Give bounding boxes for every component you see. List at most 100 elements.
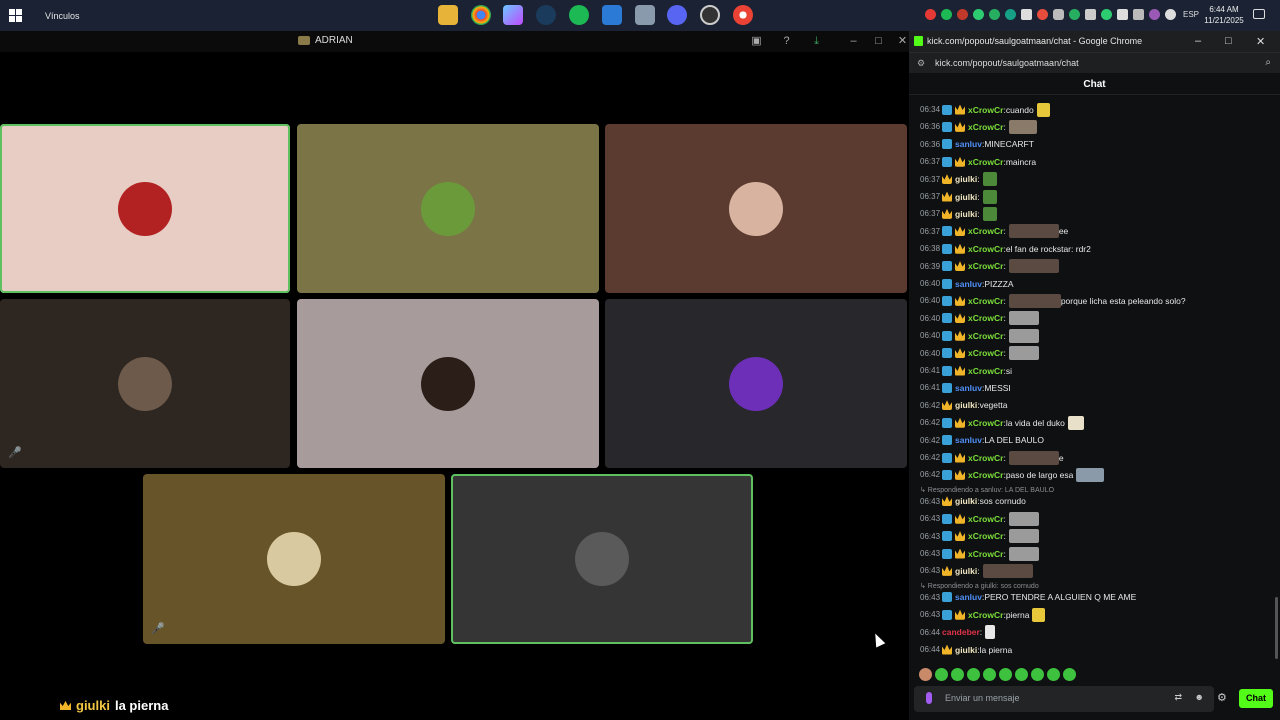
tray-app-icon[interactable]	[1101, 9, 1112, 20]
obs-icon[interactable]	[700, 5, 720, 25]
inbox-icon[interactable]: ▣	[750, 35, 763, 48]
message-username[interactable]: xCrowCr	[968, 610, 1003, 620]
tray-app-icon[interactable]	[957, 9, 968, 20]
emote-icon[interactable]	[983, 668, 996, 681]
settings-icon[interactable]: ⚙	[1217, 691, 1227, 704]
message-username[interactable]: xCrowCr	[968, 296, 1003, 306]
close-icon[interactable]: ✕	[896, 35, 909, 48]
message-input[interactable]: Enviar un mensaje ⇄ ☻	[914, 686, 1214, 712]
message-username[interactable]: xCrowCr	[968, 366, 1003, 376]
spotify-icon[interactable]	[569, 5, 589, 25]
chat-message[interactable]: 06:44 candeber:	[920, 624, 996, 641]
participant-tile[interactable]	[0, 124, 290, 293]
chat-message[interactable]: 06:39 xCrowCr:	[920, 258, 1059, 275]
emote-icon[interactable]	[1031, 668, 1044, 681]
emote-icon[interactable]	[999, 668, 1012, 681]
copilot-icon[interactable]	[503, 5, 523, 25]
chat-message[interactable]: 06:40 xCrowCr:	[920, 345, 1039, 362]
participant-tile[interactable]	[605, 299, 907, 468]
address-bar[interactable]: ⚙ kick.com/popout/saulgoatmaan/chat ⌕	[909, 52, 1280, 73]
maximize-icon[interactable]: □	[872, 35, 885, 48]
app-icon[interactable]	[635, 5, 655, 25]
maximize-icon[interactable]: □	[1225, 35, 1232, 47]
minimize-icon[interactable]: –	[1195, 35, 1201, 47]
chat-message[interactable]: 06:37 xCrowCr: ee	[920, 223, 1068, 240]
message-username[interactable]: xCrowCr	[968, 226, 1003, 236]
participant-tile[interactable]	[605, 124, 907, 293]
scrollbar[interactable]	[1275, 597, 1278, 659]
message-username[interactable]: xCrowCr	[968, 418, 1003, 428]
microphone-icon[interactable]	[1053, 9, 1064, 20]
site-info-icon[interactable]: ⚙	[917, 58, 925, 69]
chrome-icon[interactable]	[471, 5, 491, 25]
chat-message[interactable]: 06:37 giulki:	[920, 171, 997, 188]
minimize-icon[interactable]: –	[847, 35, 860, 48]
links-toolbar-label[interactable]: Vínculos	[45, 11, 80, 21]
message-username[interactable]: giulki	[955, 174, 977, 184]
chat-message[interactable]: 06:43 xCrowCr:	[920, 510, 1039, 527]
message-username[interactable]: giulki	[955, 645, 977, 655]
message-username[interactable]: xCrowCr	[968, 470, 1003, 480]
message-username[interactable]: xCrowCr	[968, 348, 1003, 358]
participant-tile[interactable]	[297, 299, 599, 468]
chat-message[interactable]: 06:43 xCrowCr:	[920, 528, 1039, 545]
steam-icon[interactable]	[536, 5, 556, 25]
chat-message[interactable]: 06:41 sanluv: MESSI	[920, 379, 1011, 396]
participant-tile[interactable]: 🎤	[143, 474, 445, 644]
message-username[interactable]: sanluv	[955, 279, 982, 289]
emote-icon[interactable]	[1063, 668, 1076, 681]
message-username[interactable]: xCrowCr	[968, 549, 1003, 559]
message-username[interactable]: xCrowCr	[968, 261, 1003, 271]
chat-message[interactable]: 06:37 giulki:	[920, 205, 997, 222]
chat-message[interactable]: 06:44 giulki: la pierna	[920, 641, 1012, 658]
message-username[interactable]: giulki	[955, 496, 977, 506]
message-username[interactable]: xCrowCr	[968, 122, 1003, 132]
microphone-icon[interactable]	[926, 692, 932, 704]
message-username[interactable]: sanluv	[955, 383, 982, 393]
clock[interactable]: 6:44 AM 11/21/2025	[1201, 4, 1247, 26]
emote-icon[interactable]	[951, 668, 964, 681]
emote-icon[interactable]	[1047, 668, 1060, 681]
chat-message[interactable]: 06:42 xCrowCr: la vida del duko	[920, 414, 1084, 431]
tray-app-icon[interactable]	[989, 9, 1000, 20]
chat-message[interactable]: 06:38 xCrowCr: el fan de rockstar: rdr2	[920, 240, 1091, 257]
close-icon[interactable]: ✕	[1256, 35, 1265, 48]
chat-message[interactable]: 06:42 xCrowCr: e	[920, 449, 1064, 466]
notifications-icon[interactable]	[1253, 9, 1265, 19]
chat-message[interactable]: 06:43 xCrowCr: pierna	[920, 606, 1046, 623]
message-username[interactable]: sanluv	[955, 435, 982, 445]
file-explorer-icon[interactable]	[438, 5, 458, 25]
chat-message[interactable]: 06:40 sanluv: PIZZZA	[920, 275, 1014, 292]
network-icon[interactable]	[1165, 9, 1176, 20]
message-username[interactable]: sanluv	[955, 139, 982, 149]
tray-record-icon[interactable]	[925, 9, 936, 20]
message-username[interactable]: giulki	[955, 400, 977, 410]
chat-message[interactable]: 06:42 sanluv: LA DEL BAULO	[920, 432, 1044, 449]
translate-icon[interactable]: ⇄	[1174, 692, 1182, 703]
url-text[interactable]: kick.com/popout/saulgoatmaan/chat	[935, 58, 1079, 68]
message-username[interactable]: xCrowCr	[968, 313, 1003, 323]
chat-message[interactable]: 06:43 xCrowCr:	[920, 545, 1039, 562]
download-icon[interactable]: ⤓	[810, 35, 823, 48]
participant-tile[interactable]	[451, 474, 753, 644]
chat-message[interactable]: 06:42 xCrowCr: paso de largo esa	[920, 466, 1105, 483]
participant-tile[interactable]: 🎤	[0, 299, 290, 468]
tray-app-icon[interactable]	[1133, 9, 1144, 20]
chat-message[interactable]: 06:40 xCrowCr:	[920, 327, 1039, 344]
tray-app-icon[interactable]	[1005, 9, 1016, 20]
chat-message[interactable]: 06:43 sanluv: PERO TENDRE A ALGUIEN Q ME …	[920, 589, 1136, 606]
chat-message[interactable]: 06:43 giulki: sos cornudo	[920, 493, 1026, 510]
message-username[interactable]: sanluv	[955, 592, 982, 602]
emote-icon[interactable]	[967, 668, 980, 681]
emote-icon[interactable]	[935, 668, 948, 681]
message-username[interactable]: xCrowCr	[968, 531, 1003, 541]
tray-app-icon[interactable]	[1021, 9, 1032, 20]
tray-app-icon[interactable]	[1117, 9, 1128, 20]
message-username[interactable]: xCrowCr	[968, 514, 1003, 524]
volume-icon[interactable]	[1085, 9, 1096, 20]
message-username[interactable]: xCrowCr	[968, 244, 1003, 254]
tray-app-icon[interactable]	[973, 9, 984, 20]
chat-message[interactable]: 06:41 xCrowCr: si	[920, 362, 1012, 379]
chat-message[interactable]: 06:43 giulki:	[920, 562, 1033, 579]
store-icon[interactable]	[602, 5, 622, 25]
